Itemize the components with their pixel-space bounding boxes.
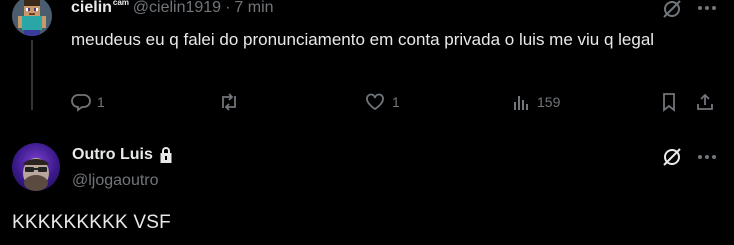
views-count: 159 [537,94,561,110]
more-icon[interactable] [697,5,717,11]
post-avatar[interactable] [12,143,60,191]
post-display-name[interactable]: Outro Luis [72,146,153,164]
grok-icon[interactable] [661,146,683,168]
reply-button[interactable]: 1 [71,92,105,112]
reply-tweet[interactable]: cielin ᶜᵃᵐ @cielin1919 · 7 min meudeus e… [0,0,734,124]
reply-avatar[interactable] [12,0,52,36]
grok-icon[interactable] [661,0,683,20]
views-icon [511,92,531,112]
thread-line [31,40,33,110]
bookmark-icon[interactable] [659,92,679,112]
like-count: 1 [392,94,400,110]
main-post[interactable]: Outro Luis @ljogaoutro KKKKKKKKK VSF [0,124,734,245]
reply-icon [71,92,91,112]
reply-text: meudeus eu q falei do pronunciamento em … [71,30,655,49]
like-icon [364,92,386,112]
lock-icon [158,146,174,164]
reply-separator: · [225,0,231,16]
reply-handle[interactable]: @cielin1919 [133,0,221,17]
reply-header: cielin ᶜᵃᵐ @cielin1919 · 7 min [71,0,274,19]
views-button[interactable]: 159 [511,92,560,112]
post-handle[interactable]: @ljogaoutro [72,172,159,190]
post-text: KKKKKKKKK VSF [12,212,171,233]
repost-button[interactable] [218,92,246,112]
reply-name-suffix: ᶜᵃᵐ [112,0,129,11]
reply-count: 1 [97,94,105,110]
like-button[interactable]: 1 [364,92,400,112]
post-header: Outro Luis [72,146,174,164]
reply-display-name[interactable]: cielin [71,0,112,17]
repost-icon [218,92,240,112]
share-icon[interactable] [695,92,715,112]
more-icon[interactable] [697,154,717,160]
reply-timestamp[interactable]: 7 min [234,0,273,17]
